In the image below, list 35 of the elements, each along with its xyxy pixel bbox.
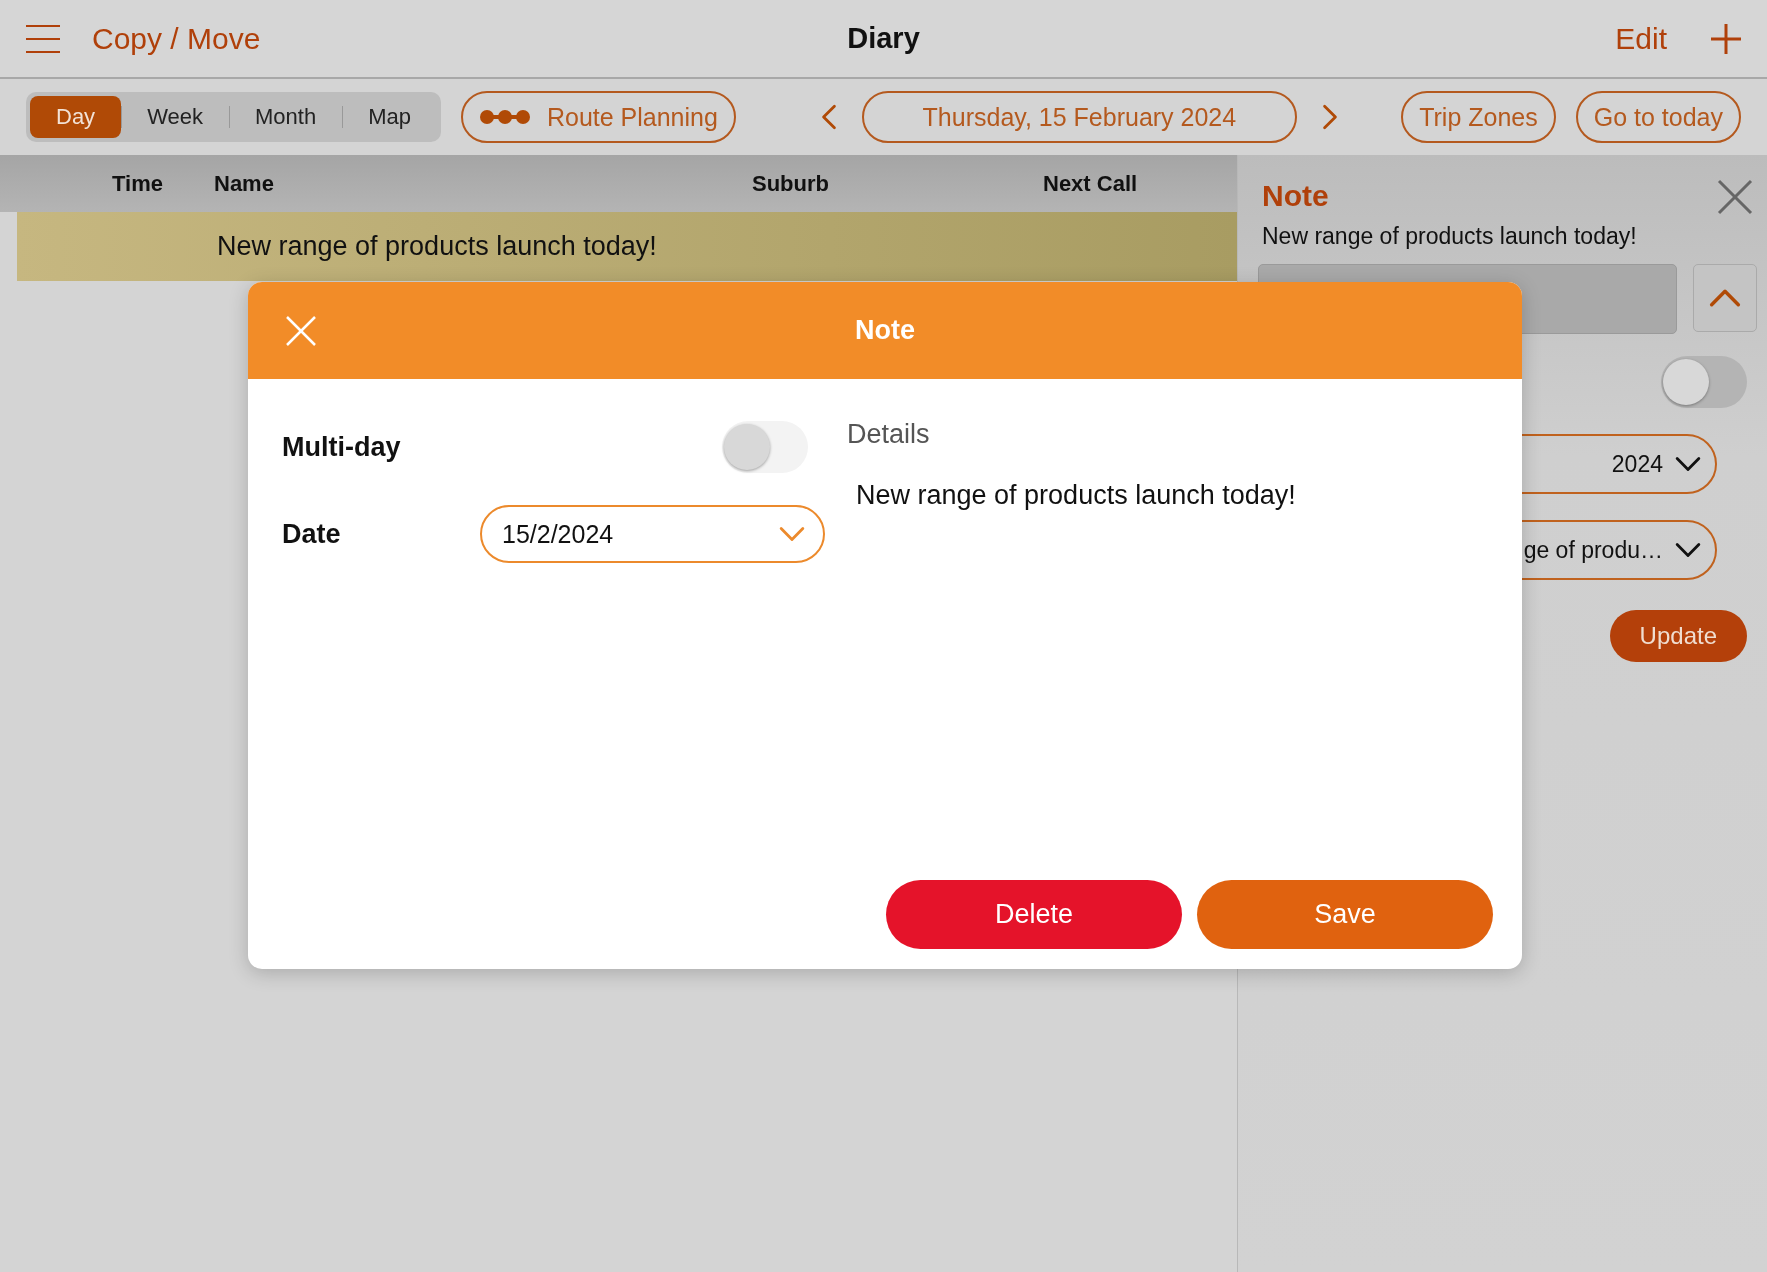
date-button[interactable]: Thursday, 15 February 2024 [861, 91, 1297, 143]
details-text: New range of products launch today! [856, 480, 1297, 511]
save-button[interactable]: Save [1197, 880, 1493, 949]
copy-move-link[interactable]: Copy / Move [92, 21, 261, 56]
field-label: Date [282, 518, 341, 550]
action-button[interactable]: Go to today [1575, 91, 1741, 143]
action-button[interactable]: Trip Zones [1401, 91, 1556, 143]
dots-icon [478, 109, 531, 125]
page-title: Diary [847, 22, 920, 55]
column-header: Time [112, 171, 163, 197]
dialog-title: Note [855, 315, 915, 346]
date-dropdown[interactable]: 15/2/2024 [480, 505, 825, 563]
field-label: Multi-day [282, 431, 401, 463]
add-icon[interactable] [1711, 23, 1741, 54]
details-label: Details [847, 419, 931, 450]
panel-title: Note [1262, 179, 1329, 213]
column-header: Name [214, 171, 274, 197]
panel-subtitle: New range of products launch today! [1262, 223, 1638, 250]
column-header: Suburb [752, 171, 829, 197]
view-tab[interactable]: Month [228, 96, 343, 138]
view-tab[interactable]: Week [121, 96, 229, 138]
delete-button[interactable]: Delete [886, 880, 1182, 949]
collapse-button[interactable] [1693, 264, 1757, 332]
edit-button[interactable]: Edit [1615, 21, 1667, 56]
column-header: Next Call [1043, 171, 1138, 197]
toggle-switch[interactable] [1661, 356, 1747, 408]
close-icon[interactable] [1717, 179, 1753, 215]
view-tab[interactable]: Day [30, 96, 122, 138]
view-tab[interactable]: Map [342, 96, 437, 138]
route-planning-button[interactable]: Route Planning [460, 91, 736, 143]
menu-icon[interactable] [26, 23, 60, 54]
close-button[interactable] [286, 316, 316, 346]
update-button[interactable]: Update [1609, 610, 1747, 662]
toggle-switch[interactable] [722, 421, 808, 473]
note-banner[interactable]: New range of products launch today! [17, 212, 1237, 281]
